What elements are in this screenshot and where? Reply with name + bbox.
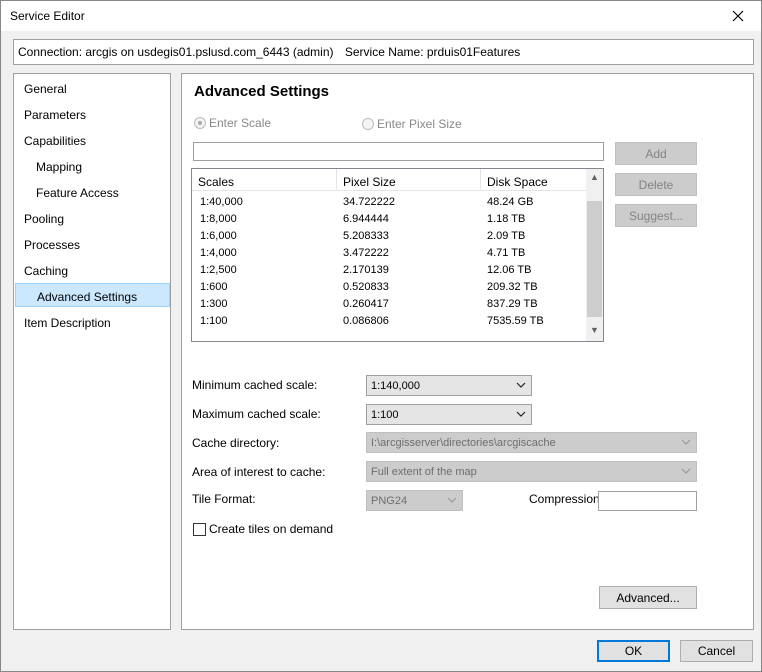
scale-cell: 1:300 (200, 298, 228, 310)
table-row[interactable]: 1:2,500 2.170139 12.06 TB (192, 262, 586, 279)
area-of-interest-select[interactable]: Full extent of the map (366, 461, 697, 482)
table-scrollbar[interactable]: ▲ ▼ (586, 169, 603, 341)
table-row[interactable]: 1:6,000 5.208333 2.09 TB (192, 228, 586, 245)
nav-item-advanced-settings[interactable]: Advanced Settings (15, 283, 170, 307)
pixel-size-cell: 0.086806 (343, 315, 389, 327)
pixel-size-cell: 0.260417 (343, 298, 389, 310)
table-row[interactable]: 1:300 0.260417 837.29 TB (192, 296, 586, 313)
table-header: Scales Pixel Size Disk Space (192, 169, 586, 191)
column-header-disk-space[interactable]: Disk Space (481, 169, 586, 191)
service-editor-window: Service Editor Connection: arcgis on usd… (0, 0, 762, 672)
scales-table: Scales Pixel Size Disk Space 1:40,000 34… (191, 168, 604, 342)
column-header-pixel-size[interactable]: Pixel Size (337, 169, 481, 191)
disk-space-cell: 2.09 TB (487, 230, 526, 242)
pixel-size-cell: 0.520833 (343, 281, 389, 293)
scale-input[interactable] (193, 142, 604, 161)
table-row[interactable]: 1:8,000 6.944444 1.18 TB (192, 211, 586, 228)
disk-space-cell: 48.24 GB (487, 196, 534, 208)
area-of-interest-value: Full extent of the map (371, 466, 477, 478)
disk-space-cell: 7535.59 TB (487, 315, 544, 327)
advanced-settings-panel: Advanced Settings Enter Scale Enter Pixe… (181, 73, 754, 630)
nav-item-pooling[interactable]: Pooling (15, 206, 170, 230)
nav-item-feature-access[interactable]: Feature Access (15, 180, 170, 204)
enter-pixel-size-label: Enter Pixel Size (377, 117, 462, 131)
cancel-button[interactable]: Cancel (680, 640, 753, 662)
tile-format-select[interactable]: PNG24 (366, 490, 463, 511)
max-scale-select[interactable]: 1:100 (366, 404, 532, 425)
disk-space-cell: 1.18 TB (487, 213, 526, 225)
radio-selected-icon (194, 117, 206, 129)
column-header-scales[interactable]: Scales (192, 169, 337, 191)
radio-unselected-icon (362, 118, 374, 130)
enter-pixel-size-radio[interactable]: Enter Pixel Size (362, 117, 462, 131)
disk-space-cell: 12.06 TB (487, 264, 532, 276)
table-row[interactable]: 1:100 0.086806 7535.59 TB (192, 313, 586, 330)
scroll-up-icon[interactable]: ▲ (590, 172, 599, 182)
close-icon[interactable] (715, 1, 761, 31)
scale-cell: 1:100 (200, 315, 228, 327)
title-bar: Service Editor (1, 1, 761, 31)
disk-space-cell: 837.29 TB (487, 298, 538, 310)
tile-format-value: PNG24 (371, 495, 408, 507)
nav-item-processes[interactable]: Processes (15, 232, 170, 256)
nav-item-mapping[interactable]: Mapping (15, 154, 170, 178)
enter-scale-radio[interactable]: Enter Scale (194, 116, 271, 130)
table-row[interactable]: 1:600 0.520833 209.32 TB (192, 279, 586, 296)
connection-text: Connection: arcgis on usdegis01.pslusd.c… (18, 45, 334, 59)
compression-label: Compression: (529, 492, 604, 506)
nav-item-item-description[interactable]: Item Description (15, 310, 170, 334)
suggest-button[interactable]: Suggest... (615, 204, 697, 227)
scale-cell: 1:2,500 (200, 264, 237, 276)
scale-cell: 1:8,000 (200, 213, 237, 225)
scale-cell: 1:6,000 (200, 230, 237, 242)
chevron-down-icon (681, 434, 691, 453)
tile-format-label: Tile Format: (192, 492, 256, 506)
pixel-size-cell: 3.472222 (343, 247, 389, 259)
create-tiles-on-demand-checkbox[interactable]: Create tiles on demand (193, 522, 333, 536)
pixel-size-cell: 2.170139 (343, 264, 389, 276)
compression-input[interactable] (598, 491, 697, 511)
min-scale-select[interactable]: 1:140,000 (366, 375, 532, 396)
scale-cell: 1:600 (200, 281, 228, 293)
max-scale-value: 1:100 (371, 409, 399, 421)
nav-item-capabilities[interactable]: Capabilities (15, 128, 170, 152)
scroll-down-icon[interactable]: ▼ (590, 325, 599, 335)
chevron-down-icon (516, 406, 526, 425)
service-name-text: Service Name: prduis01Features (344, 45, 521, 59)
checkbox-icon (193, 522, 206, 536)
cache-directory-label: Cache directory: (192, 436, 280, 450)
chevron-down-icon (447, 492, 457, 511)
min-scale-value: 1:140,000 (371, 380, 420, 392)
table-row[interactable]: 1:40,000 34.722222 48.24 GB (192, 194, 586, 211)
table-row[interactable]: 1:4,000 3.472222 4.71 TB (192, 245, 586, 262)
nav-item-parameters[interactable]: Parameters (15, 102, 170, 126)
min-scale-label: Minimum cached scale: (192, 378, 318, 392)
create-tiles-on-demand-label: Create tiles on demand (209, 522, 334, 536)
cache-directory-value: I:\arcgisserver\directories\arcgiscache (371, 437, 556, 449)
chevron-down-icon (681, 463, 691, 482)
ok-button[interactable]: OK (597, 640, 670, 662)
nav-item-general[interactable]: General (15, 76, 170, 100)
window-title: Service Editor (10, 9, 85, 23)
scale-cell: 1:40,000 (200, 196, 243, 208)
scale-cell: 1:4,000 (200, 247, 237, 259)
pixel-size-cell: 34.722222 (343, 196, 395, 208)
settings-nav: General Parameters Capabilities Mapping … (13, 73, 171, 630)
max-scale-label: Maximum cached scale: (192, 407, 321, 421)
advanced-button[interactable]: Advanced... (599, 586, 697, 609)
delete-button[interactable]: Delete (615, 173, 697, 196)
enter-scale-label: Enter Scale (209, 116, 272, 130)
cache-directory-select[interactable]: I:\arcgisserver\directories\arcgiscache (366, 432, 697, 453)
nav-item-caching[interactable]: Caching (15, 258, 170, 282)
disk-space-cell: 4.71 TB (487, 247, 526, 259)
pixel-size-cell: 6.944444 (343, 213, 389, 225)
disk-space-cell: 209.32 TB (487, 281, 538, 293)
connection-info: Connection: arcgis on usdegis01.pslusd.c… (13, 39, 754, 65)
page-title: Advanced Settings (194, 83, 330, 100)
add-button[interactable]: Add (615, 142, 697, 165)
area-of-interest-label: Area of interest to cache: (192, 465, 326, 479)
scrollbar-thumb[interactable] (587, 201, 602, 317)
pixel-size-cell: 5.208333 (343, 230, 389, 242)
chevron-down-icon (516, 377, 526, 396)
